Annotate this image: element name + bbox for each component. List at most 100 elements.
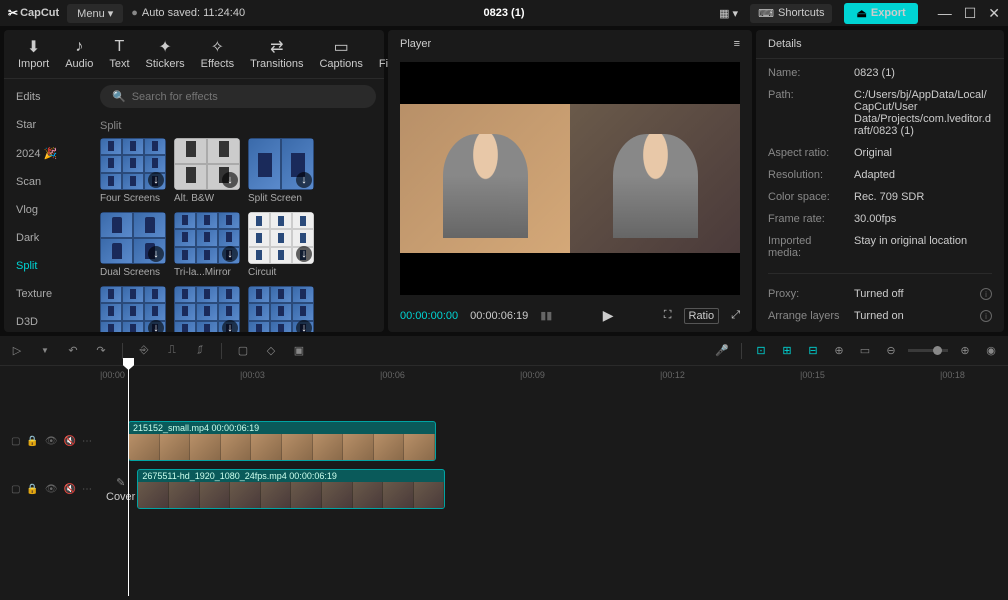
info-icon[interactable]: i	[980, 310, 992, 322]
tab-audio[interactable]: ♪Audio	[59, 34, 99, 74]
sidebar-item-dark[interactable]: Dark	[4, 224, 92, 252]
download-icon[interactable]: ↓	[296, 320, 312, 332]
effect-card[interactable]: ↓Alt. B&W	[174, 138, 240, 204]
preview-tool[interactable]: ⊟	[804, 344, 822, 357]
video-track-1: ▢ 🔒 👁 🔇 ⋯ 215152_small.mp4 00:00:06:19	[0, 418, 1008, 464]
track-visible-icon[interactable]: 👁	[45, 436, 58, 447]
undo-button[interactable]: ↶	[64, 344, 82, 357]
align-tool[interactable]: ⊕	[830, 344, 848, 357]
video-track-2: ▢ 🔒 👁 🔇 ⋯ ✎Cover 2675511-hd_1920_1080_24…	[0, 466, 1008, 512]
split-right-tool[interactable]: ⎎	[191, 344, 209, 357]
link-tool[interactable]: ⊞	[778, 344, 796, 357]
sidebar-item-vlog[interactable]: Vlog	[4, 196, 92, 224]
tab-text[interactable]: TText	[103, 34, 135, 74]
track-lock-icon[interactable]: 🔒	[26, 436, 38, 447]
redo-button[interactable]: ↷	[92, 344, 110, 357]
detail-row: Frame rate:30.00fps	[768, 213, 992, 225]
titlebar: ✂ CapCut Menu ▾ ● Auto saved: 11:24:40 0…	[0, 0, 1008, 26]
track-more-icon[interactable]: ⋯	[82, 436, 92, 447]
player-title: Player	[400, 38, 431, 50]
sidebar-item-texture[interactable]: Texture	[4, 280, 92, 308]
download-icon[interactable]: ↓	[296, 246, 312, 262]
download-icon[interactable]: ↓	[222, 320, 238, 332]
scale-icon[interactable]: ⛶	[664, 309, 672, 322]
zoom-out[interactable]: ⊖	[882, 344, 900, 357]
effect-card[interactable]: ↓Dual Screens	[100, 212, 166, 278]
track-lock-icon[interactable]: 🔒	[26, 484, 38, 495]
split-left-tool[interactable]: ⎍	[163, 344, 181, 357]
track-collapse-icon[interactable]: ▢	[11, 436, 20, 447]
details-panel: Details Name:0823 (1)Path:C:/Users/bj/Ap…	[756, 30, 1004, 332]
track-visible-icon[interactable]: 👁	[45, 484, 58, 495]
fullscreen-icon[interactable]: ⤢	[731, 309, 740, 322]
download-icon[interactable]: ↓	[296, 172, 312, 188]
effect-card[interactable]: ↓	[174, 286, 240, 332]
search-input[interactable]: 🔍	[100, 85, 376, 108]
effect-card[interactable]: ↓	[100, 286, 166, 332]
detail-row: Name:0823 (1)	[768, 67, 992, 79]
preview-viewport[interactable]	[400, 62, 740, 295]
download-icon[interactable]: ↓	[148, 172, 164, 188]
snap-tool[interactable]: ⊡	[752, 344, 770, 357]
playhead[interactable]	[128, 360, 129, 596]
track-collapse-icon[interactable]: ▢	[11, 484, 20, 495]
fit-tool[interactable]: ◉	[982, 344, 1000, 357]
effect-card[interactable]: ↓Four Screens	[100, 138, 166, 204]
close-button[interactable]: ✕	[988, 5, 1000, 22]
tab-effects[interactable]: ✧Effects	[195, 34, 240, 74]
shortcuts-button[interactable]: ⌨ Shortcuts	[750, 4, 832, 23]
maximize-button[interactable]: ☐	[964, 5, 977, 22]
video-clip-2[interactable]: 2675511-hd_1920_1080_24fps.mp4 00:00:06:…	[137, 469, 445, 509]
track-mute-icon[interactable]: 🔇	[64, 484, 76, 495]
track-tool[interactable]: ▭	[856, 344, 874, 357]
marker-tool[interactable]: ▢	[234, 344, 252, 357]
video-clip-1[interactable]: 215152_small.mp4 00:00:06:19	[128, 421, 436, 461]
timeline: ▷ ▼ ↶ ↷ ⎆ ⎍ ⎎ ▢ ◇ ▣ 🎤 ⊡ ⊞ ⊟ ⊕ ▭ ⊖ ⊕ ◉ |0…	[0, 336, 1008, 600]
download-icon[interactable]: ↓	[148, 320, 164, 332]
mic-icon[interactable]: 🎤	[713, 344, 731, 357]
tab-import[interactable]: ⬇Import	[12, 34, 55, 74]
detail-row: Color space:Rec. 709 SDR	[768, 191, 992, 203]
sidebar-item-d3d[interactable]: D3D	[4, 308, 92, 336]
menu-button[interactable]: Menu ▾	[67, 4, 123, 23]
sidebar-item-edits[interactable]: Edits	[4, 83, 92, 111]
effects-grid: ↓Four Screens↓Alt. B&W↓Split Screen ↓Dual…	[92, 138, 384, 332]
info-icon[interactable]: i	[980, 288, 992, 300]
compare-icon[interactable]: ▮▮	[540, 309, 552, 322]
sidebar-item-split[interactable]: Split	[4, 252, 92, 280]
effect-card[interactable]: ↓Split Screen	[248, 138, 314, 204]
library-tabs: ⬇Import♪AudioTText✦Stickers✧Effects⇄Tran…	[4, 30, 384, 79]
track-more-icon[interactable]: ⋯	[82, 484, 92, 495]
tab-stickers[interactable]: ✦Stickers	[140, 34, 191, 74]
track-mute-icon[interactable]: 🔇	[64, 436, 76, 447]
tab-captions[interactable]: ▭Captions	[313, 34, 368, 74]
layout-icon[interactable]: ▦ ▾	[719, 7, 738, 20]
tool-dropdown[interactable]: ▼	[36, 346, 54, 355]
sidebar-item-2024[interactable]: 2024 🎉	[4, 139, 92, 168]
download-icon[interactable]: ↓	[222, 172, 238, 188]
cover-button[interactable]: ✎Cover	[106, 476, 135, 503]
effect-card[interactable]: ↓Tri-la...Mirror	[174, 212, 240, 278]
tab-transitions[interactable]: ⇄Transitions	[244, 34, 309, 74]
select-tool[interactable]: ▷	[8, 344, 26, 357]
split-tool[interactable]: ⎆	[135, 344, 153, 357]
download-icon[interactable]: ↓	[222, 246, 238, 262]
crop-tool[interactable]: ▣	[290, 344, 308, 357]
minimize-button[interactable]: —	[938, 5, 952, 22]
detail-row: Aspect ratio:Original	[768, 147, 992, 159]
player-menu-icon[interactable]: ≡	[734, 38, 740, 50]
player-panel: Player ≡ 00:00:00:00 00:00:06:19 ▮▮ ▶ ⛶ …	[388, 30, 752, 332]
effect-card[interactable]: ↓	[248, 286, 314, 332]
export-button[interactable]: ⏏ Export	[844, 3, 917, 24]
sidebar-item-scan[interactable]: Scan	[4, 168, 92, 196]
shield-tool[interactable]: ◇	[262, 344, 280, 357]
download-icon[interactable]: ↓	[148, 246, 164, 262]
ratio-button[interactable]: Ratio	[684, 308, 720, 324]
play-button[interactable]: ▶	[603, 307, 614, 324]
zoom-in[interactable]: ⊕	[956, 344, 974, 357]
total-time: 00:00:06:19	[470, 310, 528, 322]
time-ruler[interactable]: |00:00|00:03|00:06|00:09|00:12|00:15|00:…	[100, 366, 1008, 390]
sidebar-item-star[interactable]: Star	[4, 111, 92, 139]
zoom-slider[interactable]	[908, 349, 948, 352]
effect-card[interactable]: ↓Circuit	[248, 212, 314, 278]
